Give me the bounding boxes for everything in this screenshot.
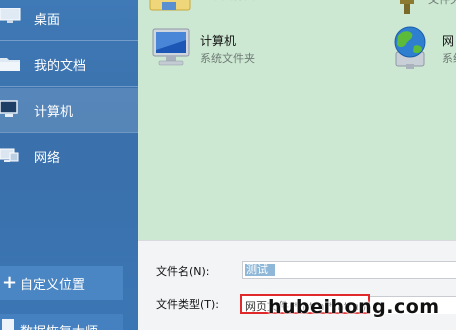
folder-icon — [149, 0, 191, 11]
sidebar-item-computer[interactable]: 计算机 — [0, 88, 138, 132]
file-type: 文件夹 — [428, 0, 456, 7]
recovery-label: 数据恢复大师 — [20, 321, 98, 330]
network-icon — [0, 148, 19, 162]
file-name: 计算机 — [200, 34, 237, 48]
recovery-icon — [2, 319, 14, 330]
list-item[interactable]: 计算机 系统文件夹 — [148, 28, 308, 70]
divider — [0, 86, 138, 87]
divider — [0, 40, 138, 41]
filename-label: 文件名(N): — [156, 265, 210, 278]
file-type: 系统文件夹 — [200, 52, 255, 65]
file-name: 网 — [442, 34, 455, 48]
sidebar-item-label: 我的文档 — [34, 58, 87, 74]
folder-icon — [0, 58, 20, 71]
file-type: 系统文件夹 — [442, 52, 456, 65]
filename-input[interactable]: 测试 — [242, 261, 456, 279]
plus-icon: + — [2, 272, 18, 293]
globe-icon — [394, 26, 426, 69]
sidebar-item-label: 计算机 — [34, 104, 74, 120]
sidebar: 桌面 我的文档 计算机 网络 + 自定义位置 数据恢复大师 — [0, 0, 138, 330]
watermark: hubeihong.com — [268, 296, 440, 318]
user-icon — [400, 0, 414, 14]
sidebar-item-network[interactable]: 网络 — [0, 134, 138, 178]
filename-value: 测试 — [245, 264, 275, 276]
list-item[interactable]: 网 系统文件夹 — [386, 24, 456, 72]
file-type: 系统文件夹 — [200, 0, 255, 3]
filetype-label: 文件类型(T): — [156, 298, 220, 311]
sidebar-item-label: 桌面 — [34, 12, 61, 28]
list-item[interactable]: 系统文件夹 — [148, 0, 308, 14]
sidebar-item-desktop[interactable]: 桌面 — [0, 0, 138, 40]
list-item[interactable]: 文件夹 — [400, 0, 456, 18]
computer-icon — [0, 100, 18, 117]
sidebar-item-label: 网络 — [34, 150, 61, 166]
file-list: 系统文件夹 文件夹 计算机 系统文件夹 网 系统文件夹 — [138, 0, 456, 240]
data-recovery-button[interactable]: 数据恢复大师 — [0, 314, 123, 330]
sidebar-item-documents[interactable]: 我的文档 — [0, 42, 138, 86]
computer-icon — [152, 28, 190, 66]
add-custom-location-button[interactable]: + 自定义位置 — [0, 266, 123, 300]
divider — [0, 132, 138, 133]
custom-location-label: 自定义位置 — [20, 277, 86, 293]
desktop-icon — [0, 8, 21, 23]
